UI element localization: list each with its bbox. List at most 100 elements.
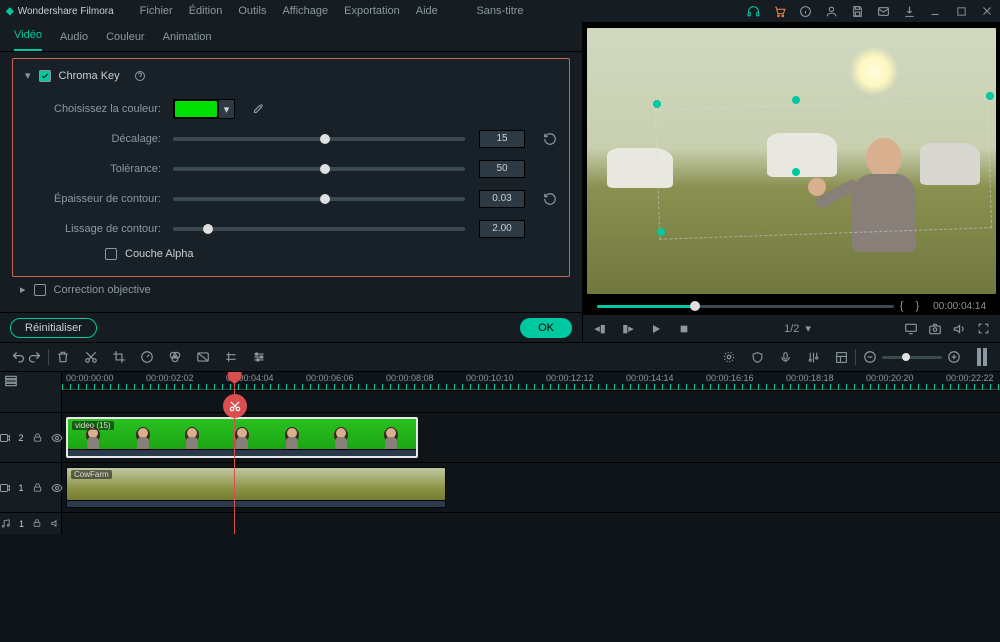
chroma-enabled-checkbox[interactable] <box>39 70 51 82</box>
correction-checkbox[interactable] <box>34 284 46 296</box>
ok-button[interactable]: OK <box>520 318 572 338</box>
menu-view[interactable]: Affichage <box>282 5 328 17</box>
play-icon[interactable] <box>649 322 663 336</box>
mixer-icon[interactable] <box>805 349 821 365</box>
ruler-tick: 00:00:22:22 <box>946 373 994 383</box>
preview-viewport[interactable] <box>583 22 1000 298</box>
offset-value[interactable]: 15 <box>479 130 525 148</box>
scissors-icon[interactable] <box>223 394 247 418</box>
chevron-down-icon[interactable]: ▾ <box>218 100 234 118</box>
user-icon[interactable] <box>824 4 838 18</box>
expand-correction-icon[interactable]: ▸ <box>20 283 26 296</box>
redo-icon[interactable] <box>26 349 42 365</box>
help-icon[interactable] <box>134 70 146 82</box>
zoom-in-icon[interactable] <box>946 349 962 365</box>
close-icon[interactable] <box>980 4 994 18</box>
crop-icon[interactable] <box>111 349 127 365</box>
bracket-out-icon[interactable]: } <box>915 300 919 312</box>
ruler-tick: 00:00:06:06 <box>306 373 354 383</box>
keyframe-icon[interactable] <box>223 349 239 365</box>
monitor-icon[interactable] <box>904 322 918 336</box>
clip-video15[interactable]: video (15) <box>66 417 418 458</box>
titlebar: ◆ Wondershare Filmora Fichier Édition Ou… <box>0 0 1000 22</box>
minimize-icon[interactable] <box>928 4 942 18</box>
scrub-slider[interactable] <box>597 305 894 308</box>
mail-icon[interactable] <box>876 4 890 18</box>
clip-label: CowFarm <box>71 470 112 479</box>
save-icon[interactable] <box>850 4 864 18</box>
lock-icon[interactable] <box>32 432 43 444</box>
expand-chroma-icon[interactable]: ▾ <box>25 69 31 82</box>
offset-slider[interactable] <box>173 137 465 141</box>
alpha-checkbox[interactable] <box>105 248 117 260</box>
download-icon[interactable] <box>902 4 916 18</box>
reset-button[interactable]: Réinitialiser <box>10 318 97 338</box>
snapshot-icon[interactable] <box>928 322 942 336</box>
track-v1-head: 1 <box>0 462 61 512</box>
stop-icon[interactable] <box>677 322 691 336</box>
track-video-icon <box>0 432 11 444</box>
shield-icon[interactable] <box>749 349 765 365</box>
undo-icon[interactable] <box>10 349 26 365</box>
ruler-tick: 00:00:16:16 <box>706 373 754 383</box>
track-audio-icon <box>0 518 11 530</box>
zoom-out-icon[interactable] <box>862 349 878 365</box>
eye-icon[interactable] <box>51 432 63 444</box>
lock-icon[interactable] <box>32 518 42 530</box>
alpha-label: Couche Alpha <box>125 248 194 260</box>
delete-icon[interactable] <box>55 349 71 365</box>
track-v2-num: 2 <box>19 433 24 443</box>
reset-offset-icon[interactable] <box>543 132 557 146</box>
menu-edit[interactable]: Édition <box>189 5 223 17</box>
cut-icon[interactable] <box>83 349 99 365</box>
menu-tools[interactable]: Outils <box>238 5 266 17</box>
properties-panel: Vidéo Audio Couleur Animation ▾ Chroma K… <box>0 22 582 342</box>
menu-help[interactable]: Aide <box>416 5 438 17</box>
tolerance-slider[interactable] <box>173 167 465 171</box>
playhead[interactable] <box>234 372 235 534</box>
cart-icon[interactable] <box>772 4 786 18</box>
tab-audio[interactable]: Audio <box>60 31 88 43</box>
smooth-value[interactable]: 2.00 <box>479 220 525 238</box>
speed-icon[interactable] <box>139 349 155 365</box>
lock-icon[interactable] <box>32 482 43 494</box>
adjust-icon[interactable] <box>251 349 267 365</box>
zoom-slider[interactable] <box>882 356 942 359</box>
menu-export[interactable]: Exportation <box>344 5 400 17</box>
mute-icon[interactable] <box>50 518 61 530</box>
bracket-in-icon[interactable]: { <box>900 300 904 312</box>
prev-frame-icon[interactable]: ◂▮ <box>593 322 607 336</box>
fullscreen-icon[interactable] <box>976 322 990 336</box>
layout-icon[interactable] <box>833 349 849 365</box>
zoom-fit-icon[interactable] <box>974 349 990 365</box>
eye-icon[interactable] <box>51 482 63 494</box>
ruler-tick: 00:00:00:00 <box>66 373 114 383</box>
eyedropper-icon[interactable] <box>251 102 265 116</box>
marker-icon[interactable] <box>721 349 737 365</box>
tab-video[interactable]: Vidéo <box>14 22 42 51</box>
color-swatch[interactable]: ▾ <box>173 99 235 119</box>
tab-animation[interactable]: Animation <box>163 31 212 43</box>
page-dropdown-icon[interactable]: ▾ <box>805 322 811 335</box>
track-v1-row[interactable]: CowFarm <box>62 462 1000 512</box>
mic-icon[interactable] <box>777 349 793 365</box>
volume-icon[interactable] <box>952 322 966 336</box>
color-icon[interactable] <box>167 349 183 365</box>
menu-file[interactable]: Fichier <box>140 5 173 17</box>
track-v1-num: 1 <box>19 483 24 493</box>
track-a1-row[interactable] <box>62 512 1000 534</box>
clip-cowfarm[interactable]: CowFarm <box>66 467 446 508</box>
greenscreen-icon[interactable] <box>195 349 211 365</box>
maximize-icon[interactable] <box>954 4 968 18</box>
timeline-menu-icon[interactable] <box>4 374 18 388</box>
headset-icon[interactable] <box>746 4 760 18</box>
track-v2-row[interactable]: video (15) <box>62 412 1000 462</box>
feather-slider[interactable] <box>173 197 465 201</box>
tab-color[interactable]: Couleur <box>106 31 145 43</box>
feather-value[interactable]: 0.03 <box>479 190 525 208</box>
reset-feather-icon[interactable] <box>543 192 557 206</box>
next-frame-icon[interactable]: ▮▸ <box>621 322 635 336</box>
tolerance-value[interactable]: 50 <box>479 160 525 178</box>
smooth-slider[interactable] <box>173 227 465 231</box>
info-icon[interactable] <box>798 4 812 18</box>
